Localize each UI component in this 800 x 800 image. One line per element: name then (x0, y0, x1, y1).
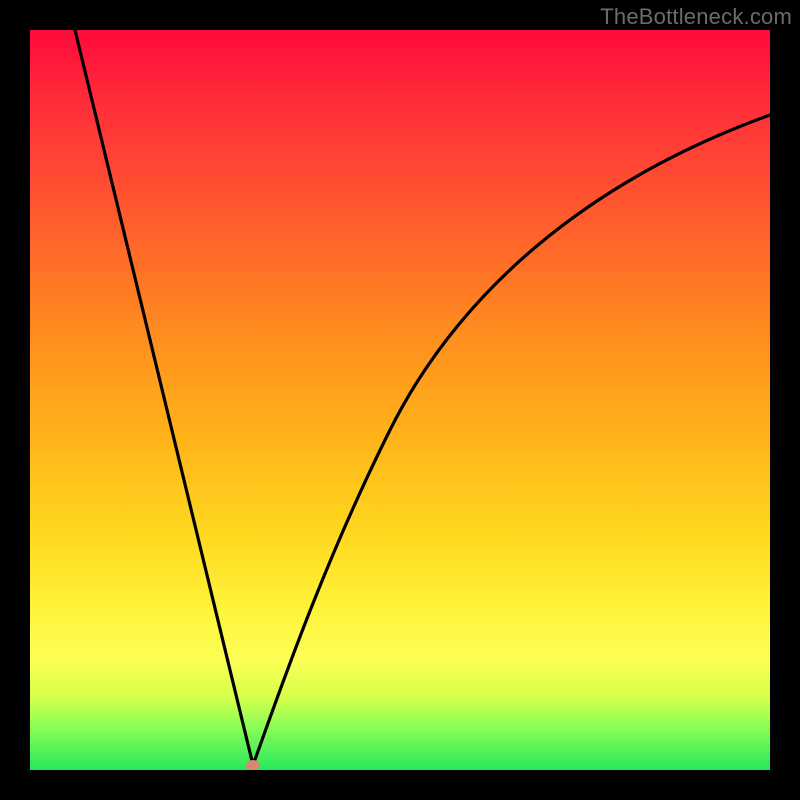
minimum-marker (246, 760, 260, 770)
curve-right-branch (253, 115, 770, 765)
watermark-text: TheBottleneck.com (600, 4, 792, 30)
chart-frame: TheBottleneck.com (0, 0, 800, 800)
curve-left-branch (75, 30, 253, 765)
bottleneck-curve (30, 30, 770, 770)
plot-area (30, 30, 770, 770)
